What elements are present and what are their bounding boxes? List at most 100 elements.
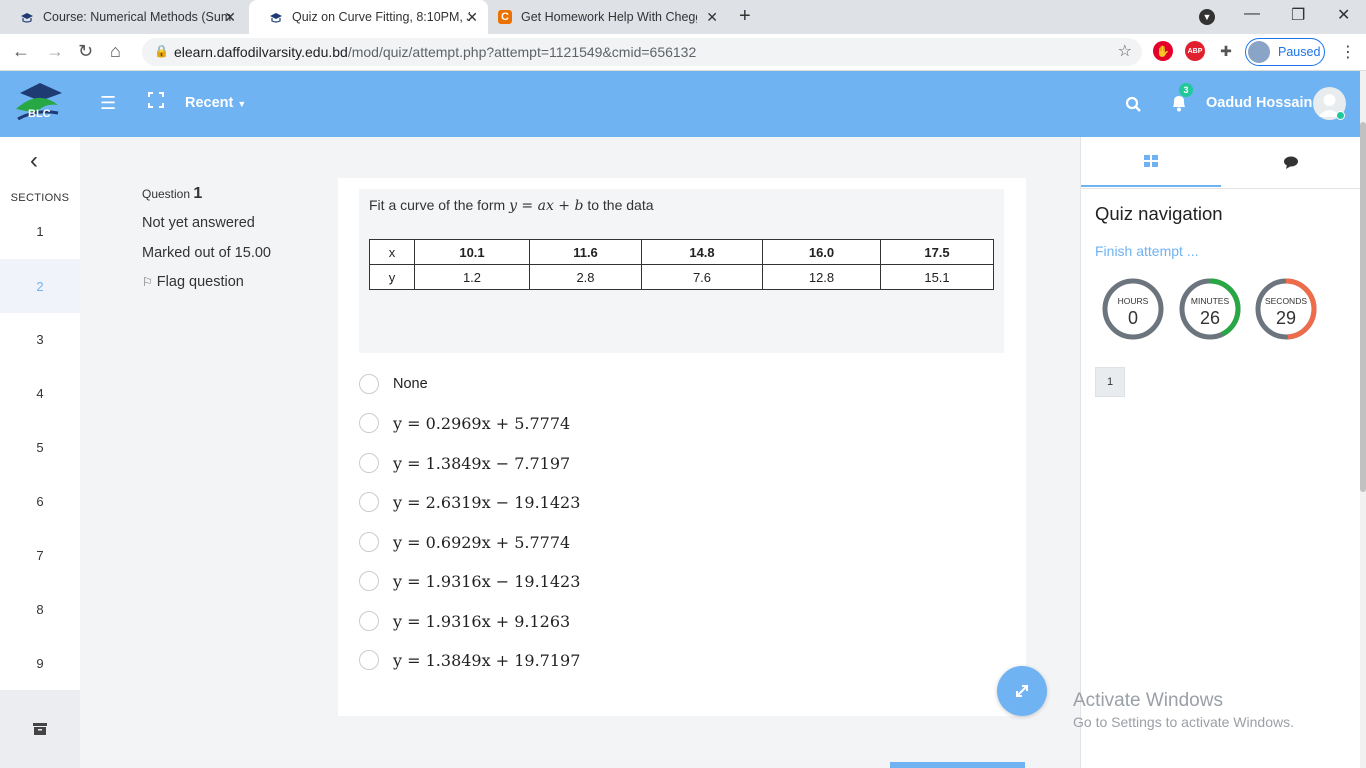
menu-toggle-icon[interactable]: ☰ bbox=[100, 93, 116, 114]
table-row: x 10.1 11.6 14.8 16.0 17.5 bbox=[369, 239, 994, 265]
section-item-1[interactable]: 1 bbox=[0, 204, 80, 258]
sections-sidebar: ‹ SECTIONS 1 2 3 4 5 6 7 8 9 bbox=[0, 137, 80, 768]
media-icon[interactable]: ▼ bbox=[1199, 9, 1215, 25]
recent-dropdown[interactable]: Recent ▼ bbox=[185, 95, 246, 111]
close-tab-icon[interactable]: ✕ bbox=[224, 9, 236, 26]
tab-quiz[interactable]: Quiz on Curve Fitting, 8:10PM, Ju ✕ bbox=[249, 0, 488, 34]
abp-icon[interactable]: ABP bbox=[1185, 41, 1205, 61]
radio-button[interactable] bbox=[359, 413, 379, 433]
radio-button[interactable] bbox=[359, 453, 379, 473]
archive-icon[interactable] bbox=[0, 690, 80, 768]
table-cell: 12.8 bbox=[762, 264, 881, 290]
tab-messages[interactable] bbox=[1221, 137, 1361, 187]
close-tab-icon[interactable]: ✕ bbox=[466, 9, 478, 26]
forward-icon[interactable]: → bbox=[46, 41, 64, 62]
question-text-box: Fit a curve of the form y = ax + b to th… bbox=[359, 189, 1004, 353]
answer-option[interactable]: y = 1.3849x + 19.7197 bbox=[359, 650, 580, 670]
flag-icon: ⚐ bbox=[142, 275, 153, 289]
chat-bubble-icon bbox=[1284, 156, 1298, 169]
radio-button[interactable] bbox=[359, 650, 379, 670]
quiz-navigation-title: Quiz navigation bbox=[1095, 203, 1223, 224]
online-status-dot bbox=[1336, 111, 1345, 120]
table-cell: 11.6 bbox=[529, 239, 642, 265]
table-row: y 1.2 2.8 7.6 12.8 15.1 bbox=[369, 264, 994, 290]
logo-text: BLC bbox=[28, 108, 51, 120]
profile-button[interactable]: Paused bbox=[1245, 38, 1325, 66]
section-item-7[interactable]: 7 bbox=[0, 528, 80, 582]
question-marks: Marked out of 15.00 bbox=[142, 245, 271, 261]
table-cell: 2.8 bbox=[529, 264, 642, 290]
answer-option[interactable]: y = 1.3849x − 7.7197 bbox=[359, 453, 570, 473]
adblock-stop-icon[interactable]: ✋ bbox=[1153, 41, 1173, 61]
user-name[interactable]: Oadud Hossain bbox=[1206, 95, 1312, 111]
answer-option[interactable]: y = 0.2969x + 5.7774 bbox=[359, 413, 570, 433]
data-table: x 10.1 11.6 14.8 16.0 17.5 y 1.2 2.8 7.6… bbox=[369, 239, 994, 290]
section-item-3[interactable]: 3 bbox=[0, 312, 80, 366]
chegg-icon: C bbox=[498, 10, 512, 24]
tab-course[interactable]: Course: Numerical Methods (Sum ✕ bbox=[0, 0, 246, 34]
section-item-9[interactable]: 9 bbox=[0, 636, 80, 690]
radio-button[interactable] bbox=[359, 374, 379, 394]
section-item-2[interactable]: 2 bbox=[0, 259, 80, 313]
finish-attempt-link[interactable]: Finish attempt ... bbox=[1095, 243, 1198, 259]
answer-option[interactable]: y = 1.9316x + 9.1263 bbox=[359, 611, 570, 631]
profile-avatar bbox=[1248, 41, 1270, 63]
scrollbar-thumb[interactable] bbox=[1360, 122, 1366, 492]
close-tab-icon[interactable]: ✕ bbox=[706, 9, 718, 26]
question-prompt: Fit a curve of the form y = ax + b to th… bbox=[369, 197, 654, 214]
expand-button[interactable] bbox=[997, 666, 1047, 716]
minimize-button[interactable]: — bbox=[1244, 5, 1260, 23]
search-icon[interactable] bbox=[1125, 95, 1143, 113]
restore-button[interactable]: ❐ bbox=[1291, 5, 1305, 25]
section-item-5[interactable]: 5 bbox=[0, 420, 80, 474]
close-window-button[interactable]: ✕ bbox=[1337, 5, 1350, 25]
lock-icon: 🔒 bbox=[154, 44, 169, 58]
answer-option[interactable]: None bbox=[359, 374, 428, 394]
question-label: Question bbox=[142, 187, 191, 201]
home-icon[interactable]: ⌂ bbox=[110, 41, 121, 62]
answer-option[interactable]: y = 1.9316x − 19.1423 bbox=[359, 571, 580, 591]
answer-option[interactable]: y = 0.6929x + 5.7774 bbox=[359, 532, 570, 552]
flag-question-link[interactable]: ⚐ Flag question bbox=[142, 274, 332, 290]
next-page-button-edge[interactable] bbox=[890, 762, 1025, 768]
fullscreen-icon[interactable] bbox=[148, 92, 164, 108]
section-item-4[interactable]: 4 bbox=[0, 366, 80, 420]
section-item-6[interactable]: 6 bbox=[0, 474, 80, 528]
radio-button[interactable] bbox=[359, 532, 379, 552]
timer-hours: HOURS 0 bbox=[1102, 278, 1164, 340]
back-icon[interactable]: ← bbox=[12, 41, 30, 62]
reload-icon[interactable]: ↻ bbox=[78, 41, 93, 62]
collapse-sidebar-icon[interactable]: ‹ bbox=[30, 147, 38, 175]
divider bbox=[1081, 188, 1361, 189]
tab-chegg[interactable]: C Get Homework Help With Chegg ✕ bbox=[478, 0, 728, 34]
notification-badge: 3 bbox=[1179, 83, 1193, 97]
question-nav-button-1[interactable]: 1 bbox=[1095, 367, 1125, 397]
bookmark-star-icon[interactable]: ☆ bbox=[1118, 41, 1132, 61]
table-cell: 17.5 bbox=[880, 239, 994, 265]
question-status: Not yet answered bbox=[142, 215, 255, 231]
table-cell: 10.1 bbox=[414, 239, 530, 265]
table-cell: 15.1 bbox=[880, 264, 994, 290]
radio-button[interactable] bbox=[359, 492, 379, 512]
new-tab-button[interactable]: + bbox=[739, 5, 751, 28]
section-item-8[interactable]: 8 bbox=[0, 582, 80, 636]
tab-blocks[interactable] bbox=[1081, 137, 1221, 187]
url-bar[interactable]: 🔒 elearn.daffodilvarsity.edu.bd/mod/quiz… bbox=[142, 38, 1142, 66]
extensions-puzzle-icon[interactable]: ✚ bbox=[1216, 41, 1236, 61]
timer-seconds: SECONDS 29 bbox=[1255, 278, 1317, 340]
browser-tab-bar: Course: Numerical Methods (Sum ✕ Quiz on… bbox=[0, 0, 1366, 34]
table-cell: 7.6 bbox=[641, 264, 763, 290]
blc-logo[interactable]: BLC bbox=[14, 79, 64, 123]
prompt-formula: y = ax + b bbox=[509, 198, 584, 214]
site-navbar: BLC ☰ Recent ▼ 3 Oadud Hossain bbox=[0, 71, 1360, 137]
radio-button[interactable] bbox=[359, 611, 379, 631]
table-cell: y bbox=[369, 264, 415, 290]
url-path: /mod/quiz/attempt.php?attempt=1121549&cm… bbox=[347, 44, 697, 60]
table-cell: 14.8 bbox=[641, 239, 763, 265]
timer-minutes: MINUTES 26 bbox=[1179, 278, 1241, 340]
radio-button[interactable] bbox=[359, 571, 379, 591]
grid-icon bbox=[1144, 155, 1158, 167]
answer-option[interactable]: y = 2.6319x − 19.1423 bbox=[359, 492, 580, 512]
table-cell: 16.0 bbox=[762, 239, 881, 265]
browser-menu-icon[interactable]: ⋮ bbox=[1340, 42, 1356, 62]
